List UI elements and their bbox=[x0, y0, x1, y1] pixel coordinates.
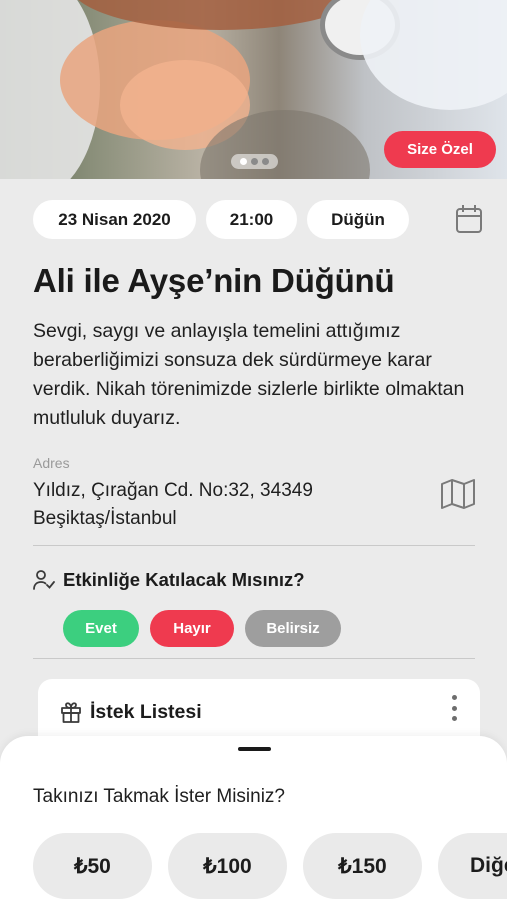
amount-option[interactable]: ₺150 bbox=[303, 833, 422, 899]
more-vertical-icon[interactable] bbox=[450, 695, 458, 721]
carousel-dot[interactable] bbox=[240, 158, 247, 165]
address-line-2: Beşiktaş/İstanbul bbox=[33, 508, 177, 529]
wishlist-title: İstek Listesi bbox=[90, 701, 202, 723]
amount-option[interactable]: ₺100 bbox=[168, 833, 287, 899]
carousel-indicator[interactable] bbox=[231, 154, 278, 169]
gift-icon bbox=[61, 702, 81, 723]
user-check-icon bbox=[33, 570, 55, 590]
sheet-title: Takınızı Takmak İster Misiniz? bbox=[33, 786, 286, 807]
carousel-dot[interactable] bbox=[262, 158, 269, 165]
amount-option-other[interactable]: Diğer bbox=[438, 833, 507, 899]
event-title: Ali ile Ayşe’nin Düğünü bbox=[33, 262, 395, 299]
carousel-dot[interactable] bbox=[251, 158, 258, 165]
exclusive-badge: Size Özel bbox=[384, 131, 496, 168]
rsvp-maybe-button[interactable]: Belirsiz bbox=[245, 610, 341, 647]
calendar-icon[interactable] bbox=[455, 204, 483, 234]
rsvp-yes-button[interactable]: Evet bbox=[63, 610, 139, 647]
divider bbox=[33, 658, 475, 659]
amount-options: ₺50 ₺100 ₺150 Diğer bbox=[33, 833, 507, 899]
bottom-sheet: Takınızı Takmak İster Misiniz? ₺50 ₺100 … bbox=[0, 736, 507, 900]
date-chip: 23 Nisan 2020 bbox=[33, 200, 196, 239]
event-meta-chips: 23 Nisan 2020 21:00 Düğün bbox=[33, 200, 409, 239]
rsvp-options: Evet Hayır Belirsiz bbox=[63, 610, 341, 647]
divider bbox=[33, 545, 475, 546]
sheet-drag-handle[interactable] bbox=[238, 747, 271, 751]
time-chip: 21:00 bbox=[206, 200, 297, 239]
map-icon[interactable] bbox=[440, 478, 476, 510]
amount-option[interactable]: ₺50 bbox=[33, 833, 152, 899]
rsvp-question: Etkinliğe Katılacak Mısınız? bbox=[63, 569, 305, 590]
hero-image[interactable]: Size Özel bbox=[0, 0, 507, 179]
address-text: Yıldız, Çırağan Cd. No:32, 34349 Beşikta… bbox=[33, 477, 413, 533]
address-label: Adres bbox=[33, 455, 70, 471]
address-line-1: Yıldız, Çırağan Cd. No:32, 34349 bbox=[33, 480, 313, 501]
event-type-chip: Düğün bbox=[307, 200, 409, 239]
rsvp-no-button[interactable]: Hayır bbox=[150, 610, 234, 647]
event-description: Sevgi, saygı ve anlayışla temelini attığ… bbox=[33, 320, 465, 429]
